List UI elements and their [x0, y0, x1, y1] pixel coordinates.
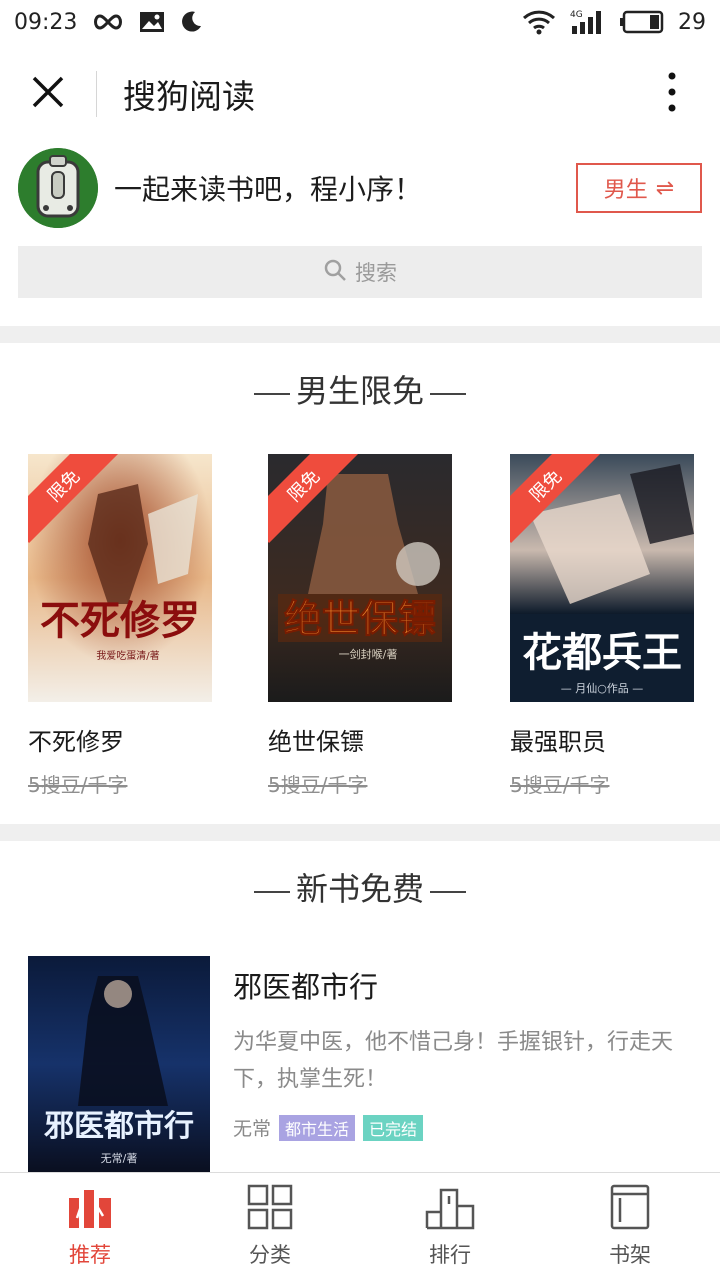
search-icon	[323, 258, 347, 287]
svg-text:不死修罗: 不死修罗	[40, 597, 200, 644]
section-title-new-free: 新书免费	[0, 864, 720, 910]
bottom-tab-bar: 推荐 分类 排行 书架	[0, 1172, 720, 1280]
status-bar: 09:23 4G 29	[0, 0, 720, 44]
book-title: 绝世保镖	[268, 728, 364, 756]
clock: 09:23	[14, 9, 78, 35]
book-cover: 不死修罗 我爱吃蛋清/著 限免	[28, 454, 212, 702]
svg-text:花都兵王: 花都兵王	[522, 630, 682, 676]
app-bar: 搜狗阅读	[0, 44, 720, 144]
svg-text:无常/著: 无常/著	[101, 1151, 138, 1165]
tab-label: 分类	[249, 1243, 291, 1267]
tab-recommend[interactable]: 推荐	[0, 1173, 180, 1280]
tab-category[interactable]: 分类	[180, 1173, 360, 1280]
bookshelf-icon	[610, 1184, 650, 1235]
book-cover: 绝世保镖 一剑封喉/著 限免	[268, 454, 452, 702]
svg-text:邪医都市行: 邪医都市行	[44, 1109, 194, 1144]
tab-label: 书架	[609, 1243, 651, 1267]
svg-text:绝世保镖: 绝世保镖	[284, 596, 436, 641]
wifi-icon	[522, 9, 556, 35]
image-notification-icon	[139, 11, 165, 33]
svg-text:4G: 4G	[570, 10, 583, 20]
recommend-icon	[67, 1184, 113, 1235]
status-tag: 已完结	[363, 1114, 424, 1141]
close-icon	[31, 75, 65, 113]
search-bar[interactable]: 搜索	[18, 246, 702, 298]
category-grid-icon	[247, 1184, 293, 1235]
more-vertical-icon	[667, 72, 677, 116]
book-description: 为华夏中医，他不惜己身！手握银针，行走天下，执掌生死！	[233, 1030, 674, 1092]
moon-icon	[179, 10, 203, 34]
close-button[interactable]	[0, 44, 96, 144]
gender-label: 男生	[603, 178, 648, 203]
infinity-icon	[91, 12, 125, 32]
book-original-price: 5搜豆/千字	[28, 773, 128, 797]
page-title: 搜狗阅读	[123, 77, 255, 116]
section-divider	[0, 326, 720, 343]
tab-ranking[interactable]: 排行	[360, 1173, 540, 1280]
book-card[interactable]: 不死修罗 我爱吃蛋清/著 限免 不死修罗 5搜豆/千字	[28, 454, 212, 798]
book-original-price: 5搜豆/千字	[268, 773, 368, 797]
avatar[interactable]	[18, 148, 98, 228]
more-options-button[interactable]	[624, 44, 720, 144]
book-cover: 花都兵王 — 月仙○作品 — 限免	[510, 454, 694, 702]
book-title: 邪医都市行	[233, 970, 379, 1004]
book-title: 不死修罗	[28, 728, 124, 756]
svg-text:— 月仙○作品 —: — 月仙○作品 —	[561, 682, 644, 695]
book-info: 邪医都市行 为华夏中医，他不惜己身！手握银针，行走天下，执掌生死！ 无常 都市生…	[233, 964, 693, 1141]
gender-switch-button[interactable]: 男生 ⇌	[576, 163, 702, 213]
battery-level: 29	[678, 9, 706, 35]
svg-text:我爱吃蛋清/著: 我爱吃蛋清/著	[96, 649, 159, 662]
tab-label: 排行	[429, 1243, 471, 1267]
book-author: 无常	[233, 1118, 272, 1140]
book-cover: 邪医都市行 无常/著	[28, 956, 210, 1172]
ranking-icon	[425, 1184, 475, 1235]
battery-icon	[620, 10, 666, 34]
greeting-text: 一起来读书吧，程小序！	[114, 173, 423, 206]
search-placeholder: 搜索	[355, 261, 397, 285]
book-card[interactable]: 花都兵王 — 月仙○作品 — 限免 最强职员 5搜豆/千字	[510, 454, 694, 798]
genre-tag: 都市生活	[279, 1114, 356, 1141]
book-meta: 无常 都市生活 已完结	[233, 1114, 693, 1141]
book-title: 最强职员	[510, 728, 606, 756]
tab-bookshelf[interactable]: 书架	[540, 1173, 720, 1280]
section-title-free-limited: 男生限免	[0, 366, 720, 412]
book-card[interactable]: 绝世保镖 一剑封喉/著 限免 绝世保镖 5搜豆/千字	[268, 454, 452, 798]
app-bar-divider	[96, 71, 97, 117]
switch-arrows-icon: ⇌	[655, 175, 675, 201]
cellular-signal-icon: 4G	[568, 8, 608, 36]
section-divider	[0, 824, 720, 841]
tab-label: 推荐	[69, 1243, 111, 1267]
book-original-price: 5搜豆/千字	[510, 773, 610, 797]
svg-text:一剑封喉/著: 一剑封喉/著	[339, 647, 398, 661]
greeting-row: 一起来读书吧，程小序！ 男生 ⇌	[18, 146, 702, 230]
new-book-item[interactable]: 邪医都市行 无常/著 邪医都市行 为华夏中医，他不惜己身！手握银针，行走天下，执…	[28, 956, 692, 1172]
